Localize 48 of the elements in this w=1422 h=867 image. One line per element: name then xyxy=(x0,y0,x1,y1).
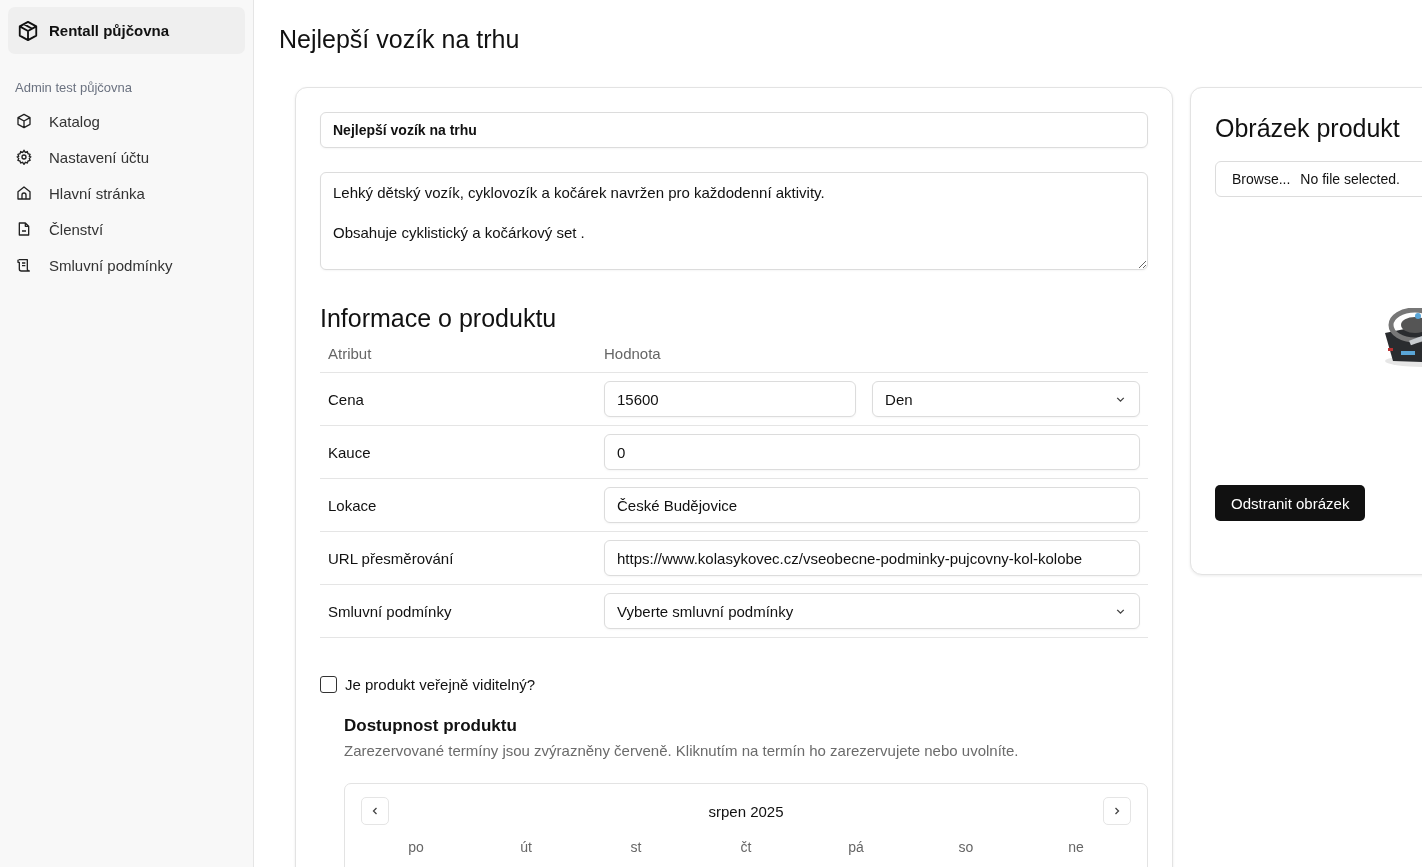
brand-header[interactable]: Rentall půjčovna xyxy=(8,7,245,54)
file-input[interactable]: Browse... No file selected. xyxy=(1215,161,1422,197)
sidebar-item[interactable]: Členství xyxy=(8,211,245,247)
settings-icon xyxy=(16,149,32,165)
section-label: Admin test půjčovna xyxy=(15,80,134,95)
box-icon xyxy=(17,19,39,42)
attribute-label: URL přesměrování xyxy=(328,549,454,567)
unit-select[interactable]: Den xyxy=(872,381,1140,417)
input-field[interactable]: České Budějovice xyxy=(604,487,1140,523)
price-field[interactable]: 15600 xyxy=(604,381,857,417)
weekday-label: po xyxy=(408,839,424,855)
sidebar-item[interactable]: Smluvní podmínky xyxy=(8,247,245,283)
checkbox[interactable] xyxy=(320,676,337,693)
sidebar-item[interactable]: Hlavní stránka xyxy=(8,175,245,211)
column-header: Hodnota xyxy=(604,345,661,362)
column-header: Atribut xyxy=(328,345,372,362)
remove-image-button[interactable]: Odstranit obrázek xyxy=(1215,485,1366,521)
description-field[interactable]: Lehký dětský vozík, cyklovozík a kočárek navržen pro každodenní aktivity. Obsahuje cyklistický a kočárkový set . xyxy=(320,172,1148,270)
next-month-button[interactable] xyxy=(1103,797,1131,825)
previous-month-button[interactable] xyxy=(361,797,389,825)
attribute-label: Smluvní podmínky xyxy=(328,602,452,620)
section-title: Dostupnost produktu xyxy=(344,716,518,736)
scroll-icon xyxy=(16,257,32,273)
section-description: Zarezervované termíny jsou zvýrazněny červeně. Kliknutím na termín ho zarezervujete nebo uvolníte. xyxy=(344,742,1020,759)
terms-select[interactable]: Vyberte smluvní podmínky xyxy=(604,593,1140,629)
attribute-label: Lokace xyxy=(328,496,377,514)
checkbox-label: Je produkt veřejně viditelný? xyxy=(345,676,536,693)
attribute-label: Kauce xyxy=(328,443,371,461)
sidebar-item[interactable]: Katalog xyxy=(8,103,245,139)
name-field[interactable]: Nejlepší vozík na trhu xyxy=(320,112,1148,148)
page-title: Nejlepší vozík na trhu xyxy=(279,25,521,54)
section-title: Informace o produktu xyxy=(320,304,558,333)
input-field[interactable]: https://www.kolasykovec.cz/vseobecne-podminky-pujcovny-kol-kolobe xyxy=(604,540,1140,576)
weekday-label: čt xyxy=(740,839,752,855)
weekday-label: út xyxy=(520,839,532,855)
brand-name: Rentall půjčovna xyxy=(49,22,170,39)
weekday-label: st xyxy=(630,839,642,855)
weekday-label: ne xyxy=(1068,839,1084,855)
home-icon xyxy=(16,185,32,201)
attribute-label: Cena xyxy=(328,390,364,408)
weekday-label: so xyxy=(958,839,974,855)
box-icon xyxy=(16,113,32,129)
weekday-label: pá xyxy=(848,839,864,855)
input-field[interactable]: 0 xyxy=(604,434,1140,470)
document-icon xyxy=(16,221,32,237)
month-label: srpen 2025 xyxy=(708,802,784,820)
card-title: Obrázek produkt xyxy=(1215,114,1401,143)
sidebar-item[interactable]: Nastavení účtu xyxy=(8,139,245,175)
